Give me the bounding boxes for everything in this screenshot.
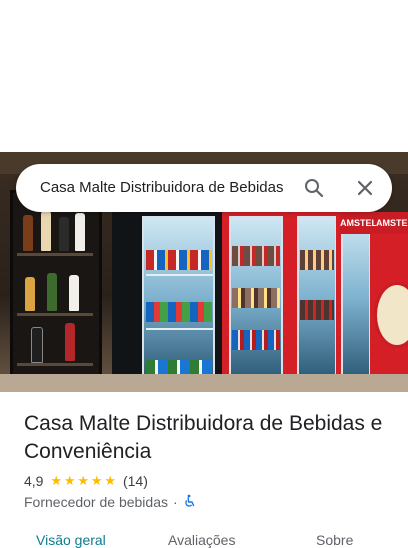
cans-row (146, 302, 212, 322)
cans-row (146, 250, 212, 270)
tab-reviews[interactable]: Avaliações (168, 532, 235, 548)
bottle (23, 215, 33, 251)
fridge-glass (297, 216, 337, 378)
star-icon: ★ (104, 473, 117, 488)
star-icon: ★ (50, 473, 63, 488)
rating-row[interactable]: 4,9 ★ ★ ★ ★ ★ (14) (24, 472, 148, 490)
shelf-row (17, 253, 93, 256)
review-count[interactable]: (14) (123, 473, 148, 489)
bottles-row (232, 330, 280, 350)
place-tabs: Visão geral Avaliações Sobre (0, 528, 408, 548)
place-title: Casa Malte Distribuidora de Bebidas e Co… (24, 412, 383, 463)
category-row: Fornecedor de bebidas · (24, 493, 196, 511)
amstel-logo: AMSTEL (340, 212, 377, 234)
fridge-glass (341, 216, 371, 378)
fridge-shelf (146, 328, 213, 330)
fridge-shelf (146, 274, 213, 276)
bottle (47, 273, 57, 311)
star-icon: ★ (63, 473, 76, 488)
star-icon: ★ (77, 473, 90, 488)
place-category: Fornecedor de bebidas (24, 494, 168, 510)
drinks-fridge (112, 210, 222, 392)
separator: · (173, 494, 178, 510)
bottles-row (300, 250, 334, 270)
star-icon: ★ (90, 473, 103, 488)
bottle (25, 277, 35, 311)
shelf-row (17, 313, 93, 316)
bottles-row (232, 246, 280, 266)
shelf-row (17, 363, 93, 366)
bottle (75, 213, 85, 251)
search-bar[interactable]: Casa Malte Distribuidora de Bebidas (16, 164, 392, 212)
tab-overview[interactable]: Visão geral (36, 532, 106, 548)
bottle (59, 217, 69, 251)
search-input[interactable]: Casa Malte Distribuidora de Bebidas (40, 164, 292, 212)
tab-about[interactable]: Sobre (316, 532, 353, 548)
bottle (69, 275, 79, 311)
bottle (41, 211, 51, 251)
search-icon[interactable] (302, 176, 326, 200)
bottle (31, 327, 43, 363)
bottle (65, 323, 75, 361)
bottles-row (300, 300, 334, 320)
wheelchair-icon (182, 494, 196, 511)
photo-floor (0, 374, 408, 392)
rating-value: 4,9 (24, 473, 44, 489)
rating-stars: ★ ★ ★ ★ ★ (49, 473, 117, 489)
fridge-glass (142, 216, 215, 378)
close-icon[interactable] (353, 176, 377, 200)
amstel-logo: AMSTEL (376, 212, 408, 234)
bottles-row (232, 288, 280, 308)
liquor-shelf (10, 190, 102, 392)
beer-fridge (222, 210, 290, 392)
